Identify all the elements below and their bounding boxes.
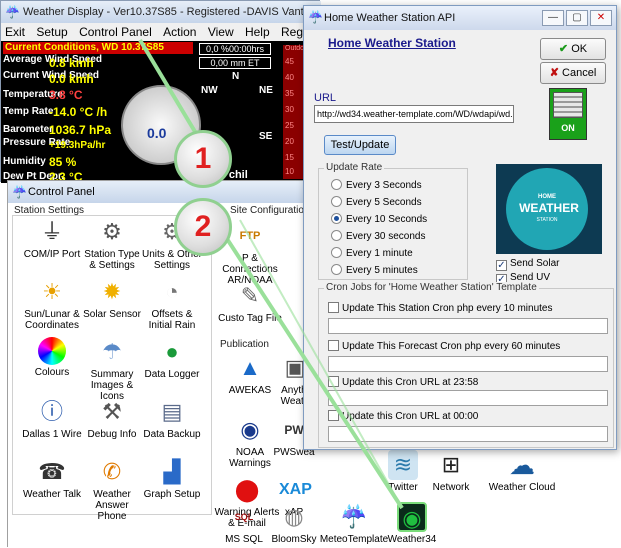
callout-1: 1 xyxy=(174,130,232,188)
arrow-2-shadow xyxy=(239,219,403,509)
arrow-1-line xyxy=(138,38,202,142)
callout-arrows xyxy=(138,38,404,510)
callout-2: 2 xyxy=(174,198,232,256)
arrow-2-line xyxy=(203,203,404,510)
